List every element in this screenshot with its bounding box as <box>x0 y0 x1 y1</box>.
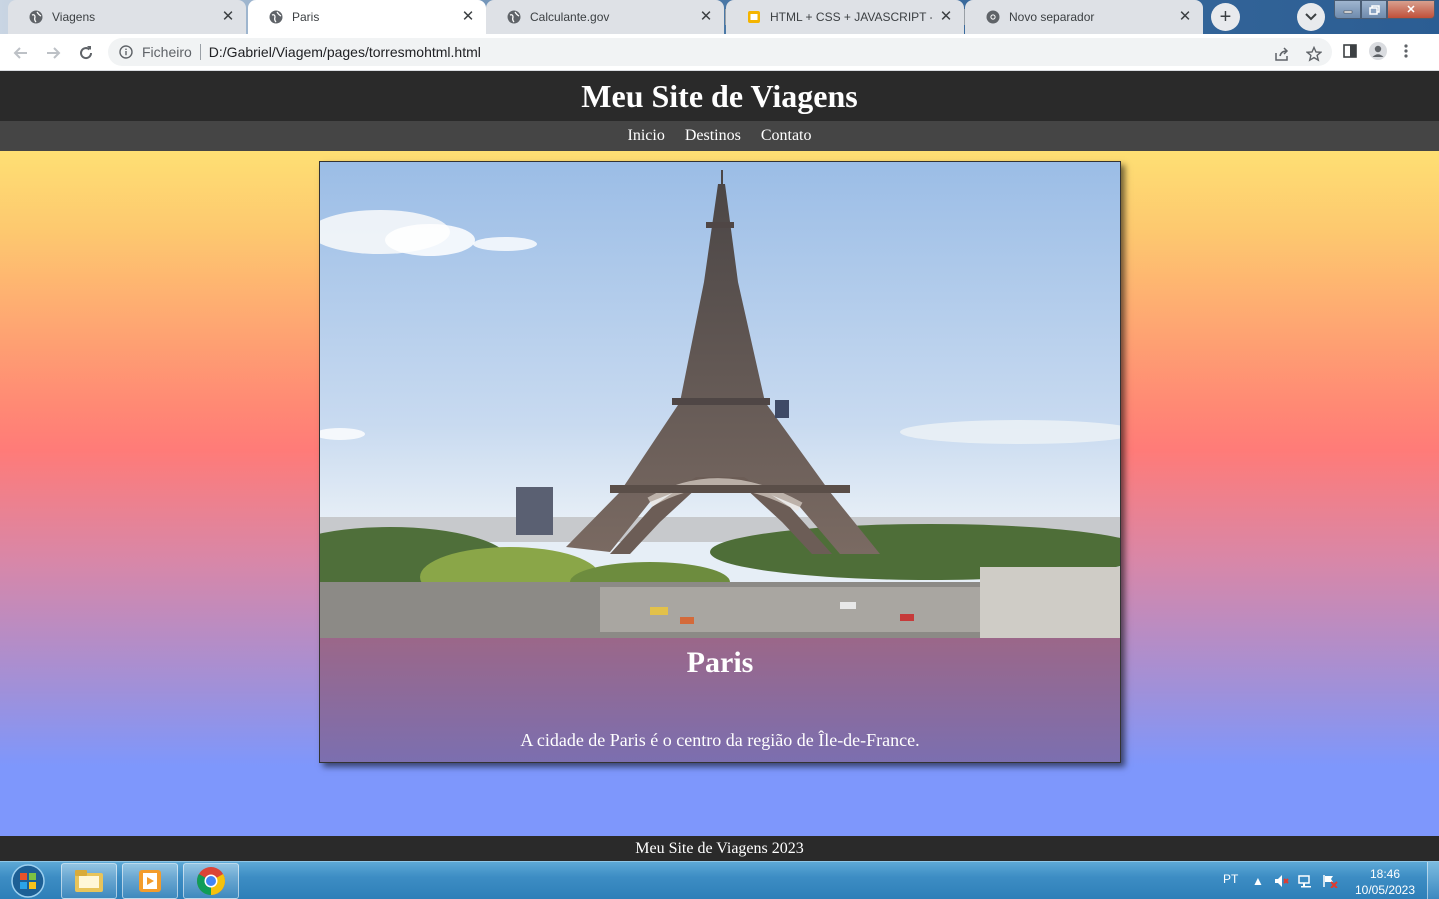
globe-icon <box>268 9 284 25</box>
forward-arrow-icon <box>47 47 61 59</box>
clock-time: 18:46 <box>1369 867 1401 881</box>
globe-icon <box>28 9 44 25</box>
chrome-logo-icon <box>197 867 225 895</box>
globe-icon <box>506 9 522 25</box>
tab-strip: Viagens ✕ Paris ✕ Calculante.gov ✕ HTML … <box>0 0 1439 34</box>
window-controls: ✕ <box>1334 0 1435 19</box>
info-icon[interactable] <box>118 44 134 60</box>
taskbar-file-explorer[interactable] <box>61 863 117 899</box>
close-icon: ✕ <box>1406 4 1416 16</box>
close-tab-icon[interactable]: ✕ <box>698 9 714 25</box>
tab-search-button[interactable] <box>1297 3 1325 31</box>
slides-icon <box>746 9 762 25</box>
clock-date: 10/05/2023 <box>1354 883 1416 897</box>
new-tab-button[interactable]: + <box>1211 3 1240 31</box>
volume-muted-icon[interactable] <box>1274 874 1290 888</box>
menu-kebab-icon[interactable] <box>1396 41 1416 61</box>
tab-calculante[interactable]: Calculante.gov ✕ <box>486 0 724 34</box>
tab-paris[interactable]: Paris ✕ <box>248 0 486 34</box>
nav-link-inicio[interactable]: Inicio <box>628 127 665 145</box>
restore-button[interactable] <box>1361 0 1387 19</box>
plus-icon: + <box>1219 5 1232 28</box>
web-page: Meu Site de Viagens Inicio Destinos Cont… <box>0 71 1439 861</box>
tab-html-css-js[interactable]: HTML + CSS + JAVASCRIPT - Goo ✕ <box>726 0 964 34</box>
network-icon[interactable] <box>1298 874 1314 888</box>
forward-button[interactable] <box>41 41 65 65</box>
chevron-down-icon <box>1305 13 1317 21</box>
card-title: Paris <box>686 646 754 679</box>
destination-card: Paris A cidade de Paris é o centro da re… <box>319 161 1121 763</box>
tab-title: Paris <box>292 10 320 24</box>
minimize-icon <box>1343 10 1352 13</box>
address-scheme-label: Ficheiro <box>142 44 192 60</box>
nav-link-contato[interactable]: Contato <box>761 127 812 145</box>
show-desktop-button[interactable] <box>1427 862 1439 899</box>
tab-novo-separador[interactable]: Novo separador ✕ <box>965 0 1203 34</box>
action-center-flag-icon[interactable] <box>1322 874 1338 888</box>
tray-expand-icon[interactable]: ▲ <box>1252 874 1264 888</box>
windows-taskbar: PT ▲ 18:46 10/05/2023 <box>0 861 1439 899</box>
address-actions <box>1272 44 1324 64</box>
address-url: D:/Gabriel/Viagem/pages/torresmohtml.htm… <box>208 44 481 60</box>
site-footer: Meu Site de Viagens 2023 <box>0 836 1439 861</box>
system-clock[interactable]: 18:46 10/05/2023 <box>1348 866 1422 898</box>
eiffel-tower-image <box>320 162 1120 638</box>
side-panel-icon[interactable] <box>1340 41 1360 61</box>
media-player-icon <box>139 870 161 892</box>
address-bar[interactable]: Ficheiro D:/Gabriel/Viagem/pages/torresm… <box>108 38 1332 66</box>
back-button[interactable] <box>9 41 33 65</box>
tab-title: Novo separador <box>1009 10 1095 24</box>
taskbar-chrome[interactable] <box>183 863 239 899</box>
close-tab-icon[interactable]: ✕ <box>938 9 954 25</box>
restore-icon <box>1368 4 1380 15</box>
toolbar-actions <box>1340 41 1416 61</box>
site-nav: Inicio Destinos Contato <box>0 121 1439 151</box>
back-arrow-icon <box>13 47 27 59</box>
taskbar-media-player[interactable] <box>122 863 178 899</box>
chrome-icon <box>985 9 1001 25</box>
browser-toolbar: Ficheiro D:/Gabriel/Viagem/pages/torresm… <box>0 34 1439 71</box>
site-header: Meu Site de Viagens <box>0 71 1439 121</box>
tab-title: Viagens <box>52 10 96 24</box>
tab-title: HTML + CSS + JAVASCRIPT - Goo <box>770 10 932 24</box>
start-button[interactable] <box>2 862 54 899</box>
site-title: Meu Site de Viagens <box>581 77 858 114</box>
tab-viagens[interactable]: Viagens ✕ <box>8 0 246 34</box>
close-tab-icon[interactable]: ✕ <box>1177 9 1193 25</box>
card-description: A cidade de Paris é o centro da região d… <box>520 730 920 750</box>
share-icon[interactable] <box>1272 44 1292 64</box>
close-window-button[interactable]: ✕ <box>1387 0 1435 19</box>
nav-link-destinos[interactable]: Destinos <box>685 127 741 145</box>
close-tab-icon[interactable]: ✕ <box>460 9 476 25</box>
minimize-button[interactable] <box>1334 0 1361 19</box>
profile-icon[interactable] <box>1368 41 1388 61</box>
windows-logo-icon <box>11 864 45 898</box>
address-divider <box>199 44 201 60</box>
bookmark-star-icon[interactable] <box>1304 44 1324 64</box>
card-body: Paris A cidade de Paris é o centro da re… <box>320 638 1120 762</box>
reload-icon <box>80 46 93 60</box>
folder-icon <box>75 870 103 892</box>
footer-text: Meu Site de Viagens 2023 <box>635 839 804 857</box>
close-tab-icon[interactable]: ✕ <box>220 9 236 25</box>
reload-button[interactable] <box>74 41 98 65</box>
tab-title: Calculante.gov <box>530 10 610 24</box>
language-indicator[interactable]: PT <box>1223 872 1238 886</box>
